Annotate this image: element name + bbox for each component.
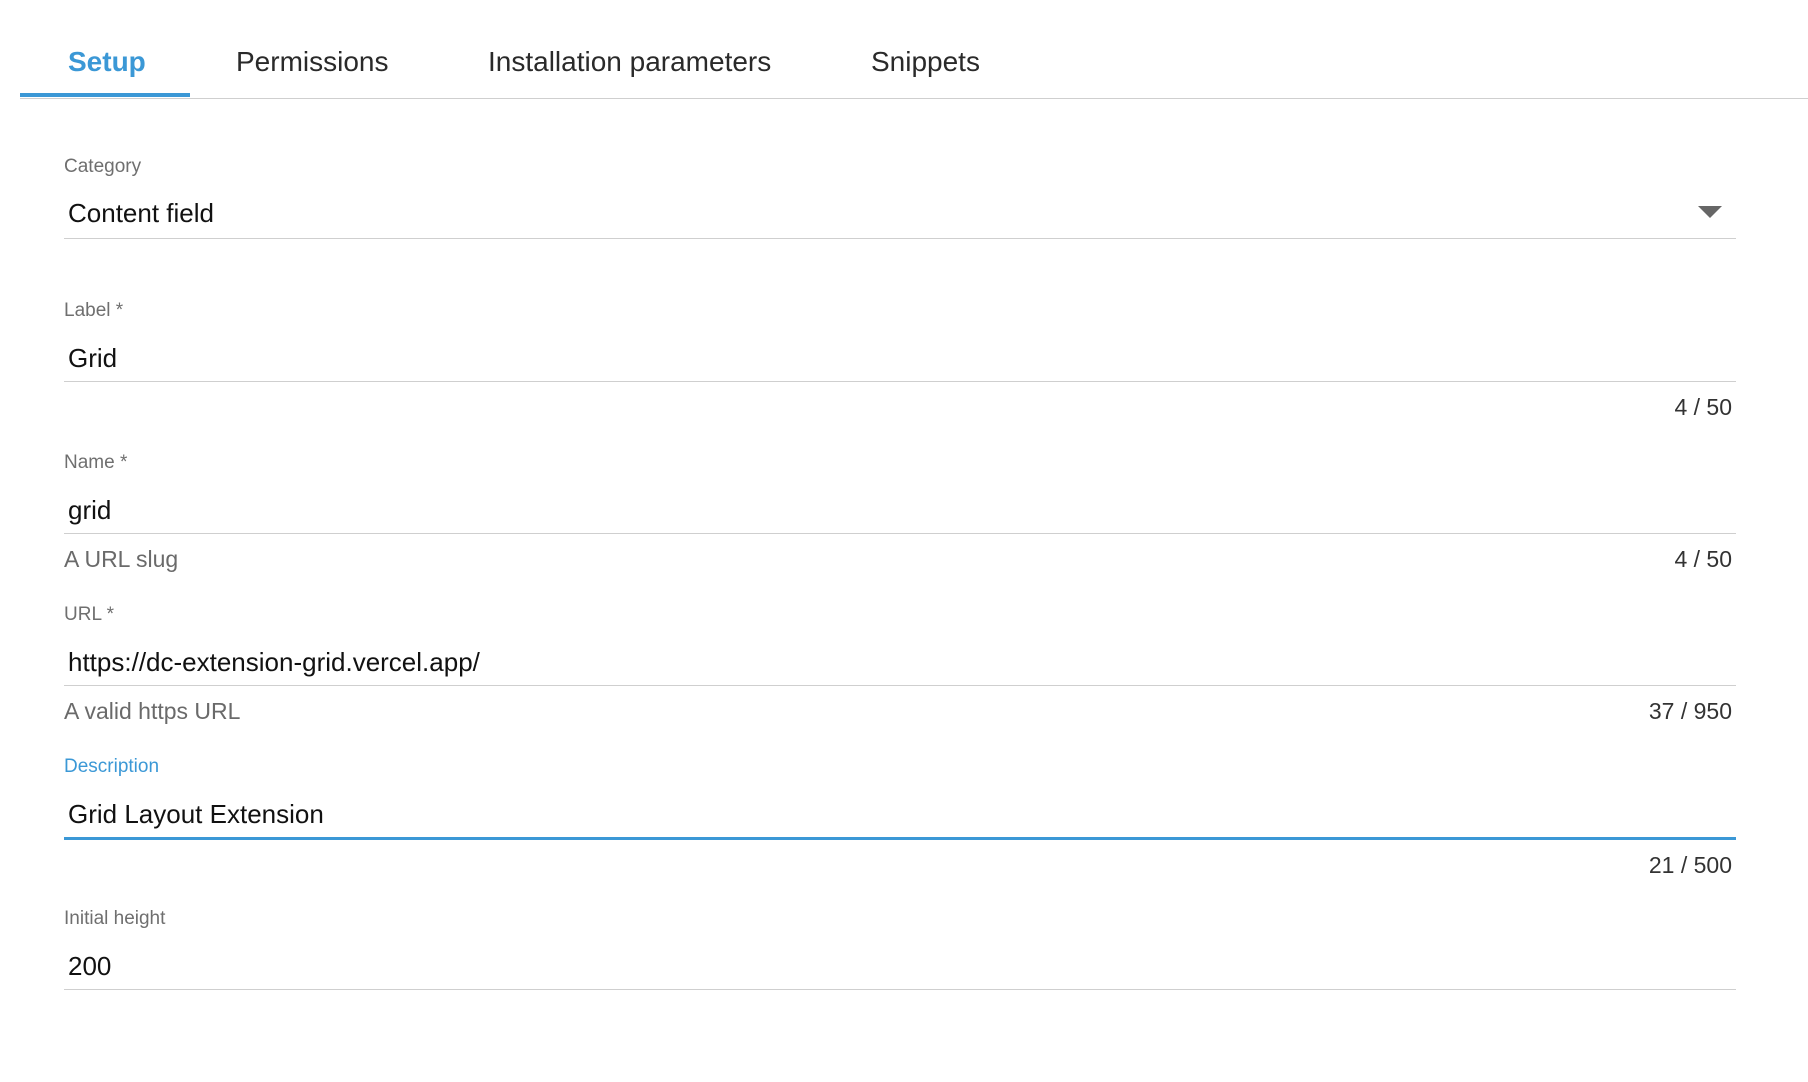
category-select[interactable]: Content field — [64, 192, 1736, 239]
url-input[interactable] — [64, 640, 1736, 686]
chevron-down-icon[interactable] — [1698, 206, 1722, 218]
url-helper-text: A valid https URL — [64, 698, 241, 724]
category-selected-value: Content field — [68, 198, 214, 228]
description-field-label: Description — [64, 756, 160, 777]
extension-setup-page: Setup Permissions Installation parameter… — [0, 0, 1808, 1082]
name-input[interactable] — [64, 488, 1736, 534]
url-field-label: URL * — [64, 604, 114, 625]
tab-installation-parameters[interactable]: Installation parameters — [488, 46, 771, 78]
initial-height-input[interactable] — [64, 944, 1736, 990]
tab-setup[interactable]: Setup — [68, 46, 146, 78]
description-input[interactable] — [64, 792, 1736, 840]
name-char-counter: 4 / 50 — [1674, 546, 1732, 572]
label-input[interactable] — [64, 336, 1736, 382]
tab-snippets[interactable]: Snippets — [871, 46, 980, 78]
tab-bar: Setup Permissions Installation parameter… — [20, 0, 1808, 99]
name-field-label: Name * — [64, 452, 128, 473]
url-char-counter: 37 / 950 — [1648, 698, 1732, 724]
category-label: Category — [64, 156, 142, 177]
description-char-counter: 21 / 500 — [1648, 852, 1732, 878]
tab-permissions[interactable]: Permissions — [236, 46, 388, 78]
label-char-counter: 4 / 50 — [1674, 394, 1732, 420]
active-tab-indicator — [20, 93, 190, 97]
label-field-label: Label * — [64, 300, 124, 321]
name-helper-text: A URL slug — [64, 546, 179, 572]
initial-height-label: Initial height — [64, 908, 166, 929]
